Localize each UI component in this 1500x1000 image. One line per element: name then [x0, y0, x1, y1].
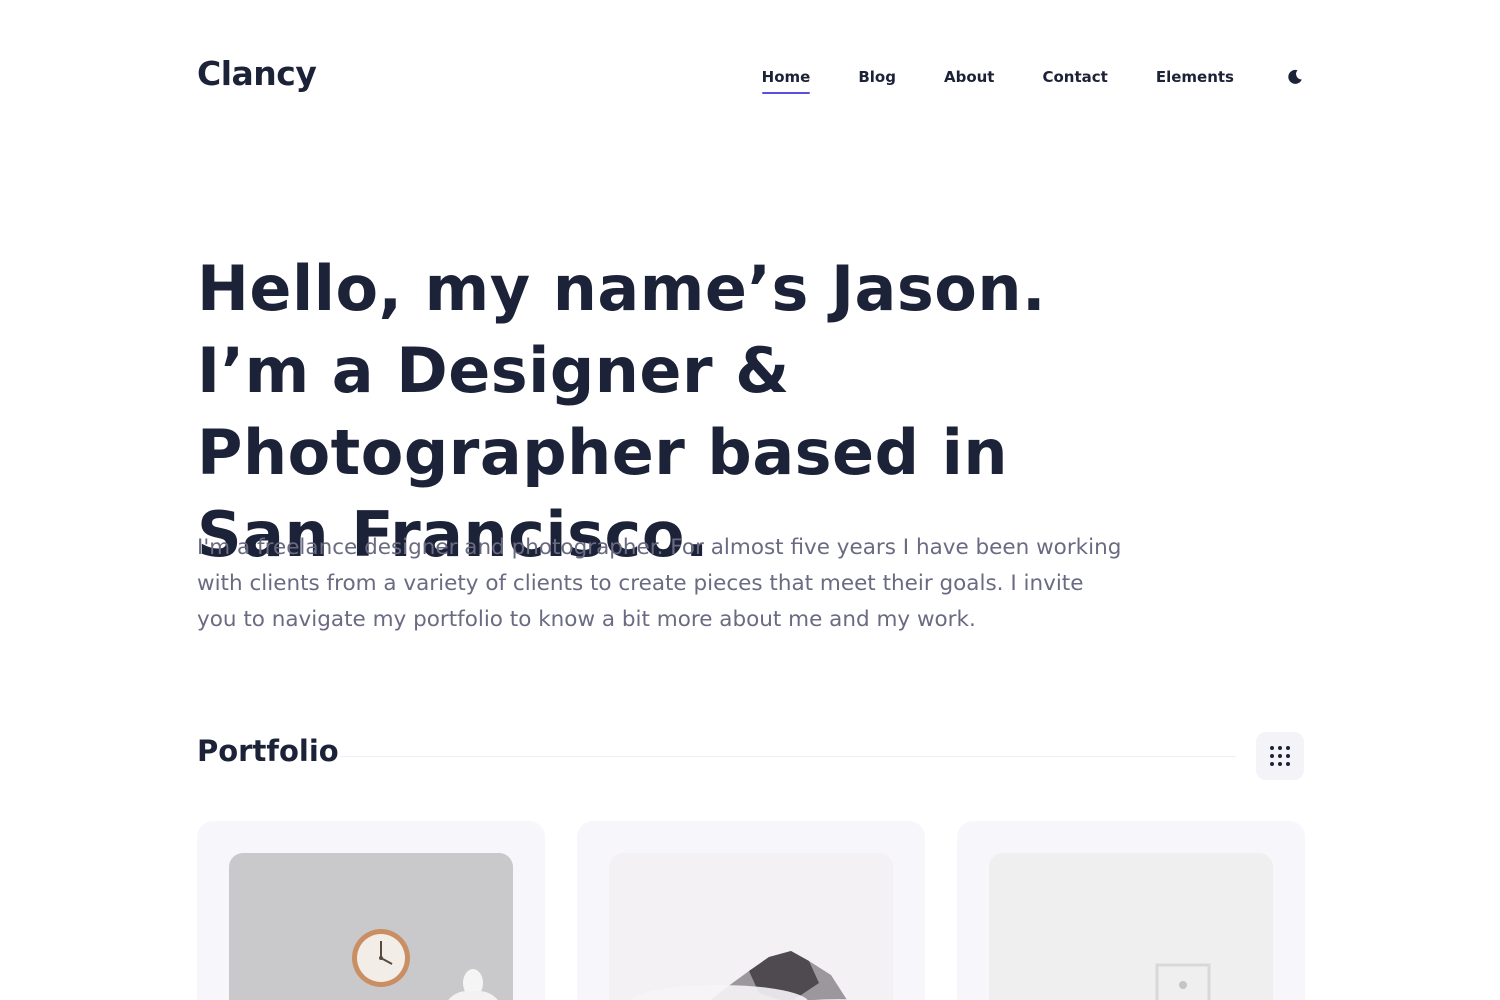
- nav-contact[interactable]: Contact: [1042, 68, 1107, 86]
- minimal-decor-photo[interactable]: [989, 853, 1273, 1000]
- portfolio-card[interactable]: [957, 821, 1305, 1000]
- portfolio-card[interactable]: [577, 821, 925, 1000]
- nav-about[interactable]: About: [944, 68, 995, 86]
- portfolio-grid: [197, 821, 1305, 1000]
- hero-description: I'm a freelance designer and photographe…: [197, 535, 1122, 632]
- portfolio-card[interactable]: [197, 821, 545, 1000]
- site-header: Clancy Home Blog About Contact Elements: [197, 52, 1304, 102]
- hero-title: Hello, my name’s Jason. I’m a Designer &…: [197, 252, 1047, 571]
- divider: [340, 756, 1236, 757]
- main-nav: Home Blog About Contact Elements: [714, 68, 1304, 94]
- clock-on-wall-photo[interactable]: [229, 853, 513, 1000]
- moon-icon[interactable]: [1286, 68, 1304, 86]
- grid-icon[interactable]: [1256, 732, 1304, 780]
- portfolio-header: Portfolio: [197, 732, 1304, 780]
- site-logo[interactable]: Clancy: [197, 54, 317, 93]
- nav-blog[interactable]: Blog: [858, 68, 896, 86]
- nav-home[interactable]: Home: [761, 68, 810, 94]
- misty-mountain-photo[interactable]: [609, 853, 893, 1000]
- portfolio-title: Portfolio: [197, 734, 339, 768]
- nav-elements[interactable]: Elements: [1156, 68, 1234, 86]
